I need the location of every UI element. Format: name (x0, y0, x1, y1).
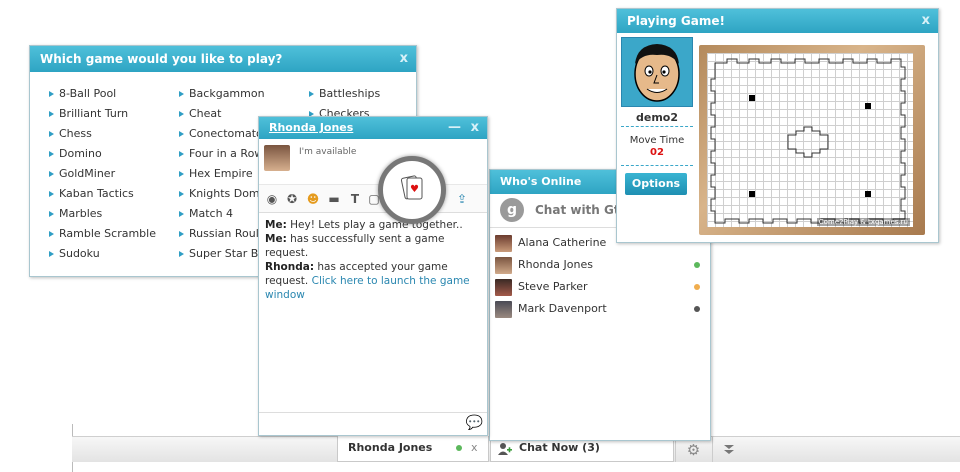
game-picker-titlebar[interactable]: Which game would you like to play? x (30, 46, 416, 72)
game-piece[interactable] (865, 191, 871, 197)
google-icon: g (500, 198, 524, 222)
chat-status-row: I'm available (259, 139, 487, 185)
game-item[interactable]: Backgammon (176, 84, 265, 104)
contact-row[interactable]: Mark Davenport (495, 299, 700, 319)
chat-tab-name: Rhonda Jones (348, 441, 433, 454)
whos-online-title: Who's Online (500, 175, 582, 188)
chat-contact-name[interactable]: Rhonda Jones (269, 121, 353, 134)
svg-text:♥: ♥ (410, 184, 419, 195)
game-item[interactable]: Match 4 (176, 204, 265, 224)
game-item[interactable]: Marbles (46, 204, 156, 224)
online-status-dot (694, 262, 700, 268)
contact-name: Steve Parker (518, 280, 588, 293)
chat-status-text: I'm available (299, 147, 357, 157)
game-picker-close-button[interactable]: x (400, 46, 408, 72)
player-avatar (621, 37, 693, 107)
game-item[interactable]: Conectomato (176, 124, 265, 144)
chat-message: Me: has successfully sent a game request… (265, 233, 445, 259)
game-item[interactable]: Chess (46, 124, 156, 144)
game-piece[interactable] (865, 103, 871, 109)
playing-cards-icon: ♥ (400, 175, 423, 200)
chat-tab-rhonda[interactable]: Rhonda Jones x (337, 436, 489, 462)
playing-game-panel: Playing Game! x demo2 Move Time 02 Optio… (616, 8, 939, 243)
contact-row[interactable]: Rhonda Jones (495, 255, 700, 275)
divider (621, 165, 693, 166)
game-piece[interactable] (749, 95, 755, 101)
game-item[interactable]: Cheat (176, 104, 265, 124)
collapse-bar-button[interactable] (712, 436, 744, 462)
game-item[interactable]: Russian Roul (176, 224, 265, 244)
game-item[interactable]: Four in a Row (176, 144, 265, 164)
game-credit: Come2Play & txgames.ru (816, 218, 910, 226)
chat-message: Rhonda: has accepted your game request. … (265, 261, 470, 301)
game-item[interactable]: Domino (46, 144, 156, 164)
chat-close-button[interactable]: x (471, 117, 479, 139)
game-item[interactable]: Kaban Tactics (46, 184, 156, 204)
contact-row[interactable]: Steve Parker (495, 277, 700, 297)
game-item[interactable]: Sudoku (46, 244, 156, 264)
game-list-column-2: Backgammon Cheat Conectomato Four in a R… (176, 84, 265, 264)
emoticon-icon[interactable]: ☻ (305, 191, 321, 207)
speech-bubble-icon[interactable]: 💬 (466, 415, 483, 431)
chat-window: Rhonda Jones — x I'm available ◉ ✪ ☻ ▬ T… (258, 116, 488, 436)
avatar (495, 301, 512, 318)
away-status-dot (694, 284, 700, 290)
avatar (495, 235, 512, 252)
game-list-column-1: 8-Ball Pool Brilliant Turn Chess Domino … (46, 84, 156, 264)
game-picker-title: Which game would you like to play? (40, 52, 283, 66)
cartoon-face-icon (634, 44, 680, 102)
text-format-icon[interactable]: T (347, 191, 363, 207)
game-item[interactable]: Ramble Scramble (46, 224, 156, 244)
avatar (495, 279, 512, 296)
screen-share-icon[interactable]: ▬ (326, 191, 342, 207)
upload-icon[interactable]: ⇪ (454, 191, 470, 207)
chat-window-titlebar[interactable]: Rhonda Jones — x (259, 117, 487, 139)
game-item[interactable]: GoldMiner (46, 164, 156, 184)
chat-message-input[interactable]: 💬 (259, 412, 487, 435)
game-item[interactable]: 8-Ball Pool (46, 84, 156, 104)
chat-tab-close-button[interactable]: x (471, 436, 478, 460)
game-item[interactable]: Super Star Ba (176, 244, 265, 264)
move-time-value: 02 (650, 147, 664, 158)
contact-name: Alana Catherine (518, 236, 607, 249)
playing-game-close-button[interactable]: x (922, 9, 930, 33)
avatar (495, 257, 512, 274)
game-item[interactable]: Hex Empire (176, 164, 265, 184)
avatar (264, 145, 290, 171)
game-board-frame: Come2Play & txgames.ru (699, 45, 925, 235)
playing-game-titlebar[interactable]: Playing Game! x (617, 9, 938, 33)
game-item[interactable]: Battleships (306, 84, 380, 104)
satellite-icon[interactable]: ✪ (284, 191, 300, 207)
online-status-dot (456, 445, 462, 451)
contact-name: Mark Davenport (518, 302, 607, 315)
game-invite-button[interactable]: ♥ (378, 156, 446, 224)
game-item[interactable]: Brilliant Turn (46, 104, 156, 124)
game-item[interactable]: Knights Dom (176, 184, 265, 204)
divider (621, 126, 693, 127)
gear-icon: ⚙ (686, 441, 701, 459)
double-chevron-down-icon (723, 445, 734, 454)
webcam-icon[interactable]: ◉ (264, 191, 280, 207)
chat-toolbar: ◉ ✪ ☻ ▬ T ▢ ⇪ (259, 185, 487, 213)
chat-minimize-button[interactable]: — (448, 117, 461, 139)
game-piece[interactable] (749, 191, 755, 197)
player-name: demo2 (635, 111, 678, 124)
move-time-label: Move Time (629, 135, 685, 146)
options-button[interactable]: Options (625, 173, 687, 195)
gtalk-label: Chat with Gtalk (535, 203, 617, 217)
game-board[interactable]: Come2Play & txgames.ru (707, 53, 913, 227)
board-walls (710, 58, 906, 224)
offline-status-dot (694, 306, 700, 312)
contact-name: Rhonda Jones (518, 258, 593, 271)
playing-game-title: Playing Game! (627, 14, 725, 28)
chat-message: Me: Hey! Lets play a game together.. (265, 219, 463, 231)
chat-message-log: Me: Hey! Lets play a game together.. Me:… (259, 213, 487, 307)
